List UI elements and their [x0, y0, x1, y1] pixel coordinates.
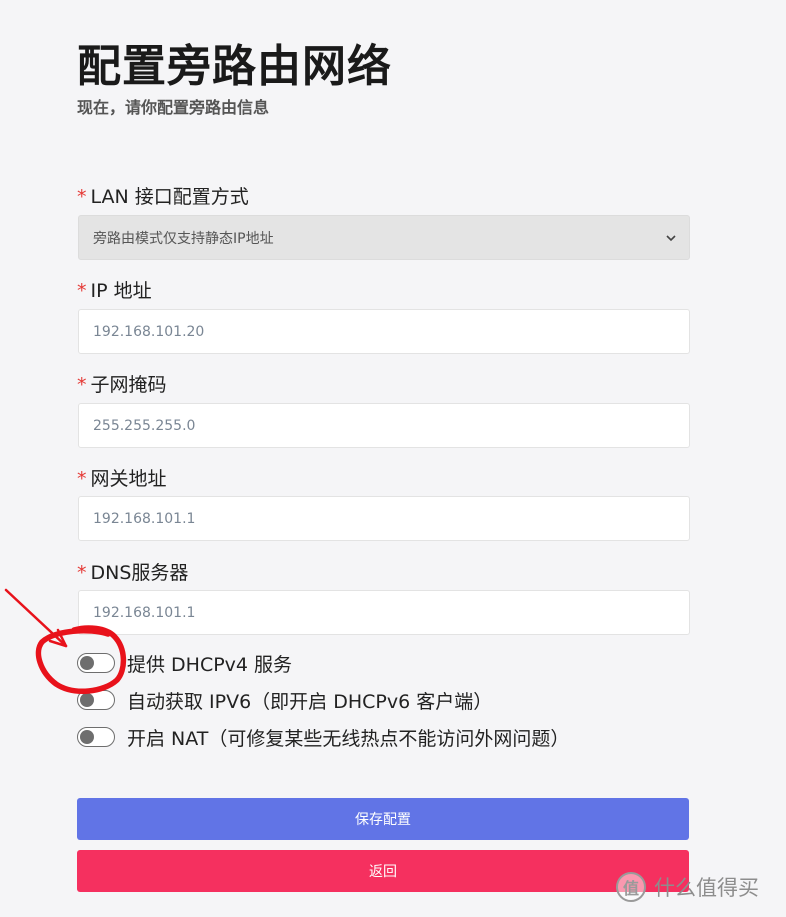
- gateway-value: 192.168.101.1: [93, 510, 196, 527]
- dns-label-text: DNS服务器: [90, 562, 189, 584]
- dhcp-toggle-label: 提供 DHCPv4 服务: [127, 653, 293, 676]
- ip-address-value: 192.168.101.20: [93, 323, 205, 340]
- gateway-label-text: 网关地址: [90, 468, 167, 490]
- netmask-value: 255.255.255.0: [93, 417, 196, 434]
- dns-label: * DNS服务器: [77, 558, 188, 585]
- required-mark: *: [77, 468, 87, 490]
- nat-toggle[interactable]: [77, 727, 115, 747]
- ip-address-field[interactable]: 192.168.101.20: [78, 309, 690, 354]
- lan-mode-select[interactable]: 旁路由模式仅支持静态IP地址: [78, 215, 690, 260]
- ipv6-toggle[interactable]: [77, 690, 115, 710]
- page-title: 配置旁路由网络: [77, 41, 392, 92]
- arrow-icon: [4, 588, 68, 648]
- toggle-knob: [80, 692, 94, 707]
- gateway-field[interactable]: 192.168.101.1: [78, 496, 690, 541]
- page-subtitle: 现在，请你配置旁路由信息: [77, 98, 270, 117]
- ipv6-toggle-label: 自动获取 IPV6（即开启 DHCPv6 客户端）: [127, 690, 493, 713]
- lan-mode-label: * LAN 接口配置方式: [77, 182, 249, 209]
- required-mark: *: [77, 562, 87, 584]
- dhcp-toggle-row: 提供 DHCPv4 服务: [77, 651, 293, 676]
- netmask-field[interactable]: 255.255.255.0: [78, 403, 690, 448]
- chevron-down-icon: [666, 234, 676, 241]
- dns-value: 192.168.101.1: [93, 604, 196, 621]
- toggle-knob: [80, 655, 94, 670]
- netmask-label-text: 子网掩码: [90, 374, 167, 396]
- ip-label: * IP 地址: [77, 276, 152, 303]
- nat-toggle-row: 开启 NAT（可修复某些无线热点不能访问外网问题）: [77, 725, 570, 750]
- dns-field[interactable]: 192.168.101.1: [78, 590, 690, 635]
- required-mark: *: [77, 186, 87, 208]
- netmask-label: * 子网掩码: [77, 370, 167, 397]
- ipv6-toggle-row: 自动获取 IPV6（即开启 DHCPv6 客户端）: [77, 688, 493, 713]
- lan-mode-label-text: LAN 接口配置方式: [90, 186, 249, 208]
- dhcp-toggle[interactable]: [77, 653, 115, 673]
- ip-label-text: IP 地址: [90, 280, 152, 302]
- required-mark: *: [77, 280, 87, 302]
- required-mark: *: [77, 374, 87, 396]
- lan-mode-selected-value: 旁路由模式仅支持静态IP地址: [93, 230, 274, 247]
- gateway-label: * 网关地址: [77, 464, 167, 491]
- save-config-button[interactable]: 保存配置: [77, 798, 689, 840]
- back-button[interactable]: 返回: [77, 850, 689, 892]
- toggle-knob: [80, 729, 94, 744]
- watermark-text: 什么值得买: [654, 876, 759, 900]
- nat-toggle-label: 开启 NAT（可修复某些无线热点不能访问外网问题）: [127, 727, 570, 750]
- watermark: 值 什么值得买: [616, 872, 759, 902]
- watermark-logo-icon: 值: [616, 872, 646, 902]
- annotation-overlay: [4, 588, 127, 694]
